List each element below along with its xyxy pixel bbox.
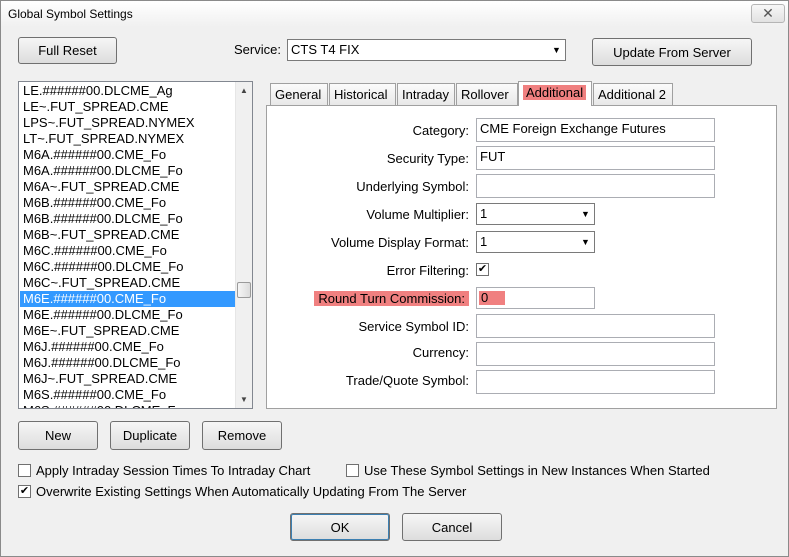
tab-additional[interactable]: Additional	[518, 81, 592, 106]
category-label: Category:	[412, 123, 469, 138]
trade-quote-symbol-label: Trade/Quote Symbol:	[345, 373, 469, 388]
new-button[interactable]: New	[18, 421, 98, 450]
underlying-symbol-label: Underlying Symbol:	[356, 179, 469, 194]
trade-quote-symbol-field[interactable]	[476, 370, 715, 394]
tab-additional-2[interactable]: Additional 2	[593, 83, 673, 105]
apply-intraday-checkbox[interactable]	[18, 464, 31, 477]
list-item[interactable]: M6A.######00.DLCME_Fo	[20, 163, 236, 179]
list-item[interactable]: M6J~.FUT_SPREAD.CME	[20, 371, 236, 387]
volume-display-format-value: 1	[480, 234, 488, 249]
list-item[interactable]: M6B.######00.DLCME_Fo	[20, 211, 236, 227]
security-type-field[interactable]: FUT	[476, 146, 715, 170]
symbol-list-items: LE.######00.DLCME_Ag LE~.FUT_SPREAD.CME LP…	[20, 83, 236, 408]
round-turn-commission-label-text: Round Turn Commission:	[314, 291, 469, 306]
list-item[interactable]: LE~.FUT_SPREAD.CME	[20, 99, 236, 115]
close-button[interactable]: ✕	[751, 4, 785, 23]
volume-multiplier-dropdown[interactable]: 1 ▼	[476, 203, 595, 225]
tab-rollover[interactable]: Rollover	[456, 83, 518, 105]
full-reset-button[interactable]: Full Reset	[18, 37, 117, 64]
list-item[interactable]: M6J.######00.DLCME_Fo	[20, 355, 236, 371]
list-item[interactable]: M6B~.FUT_SPREAD.CME	[20, 227, 236, 243]
volume-display-format-dropdown[interactable]: 1 ▼	[476, 231, 595, 253]
tab-historical-label: Historical	[334, 87, 388, 102]
error-filtering-label: Error Filtering:	[386, 263, 469, 278]
use-settings-label: Use These Symbol Settings in New Instanc…	[364, 463, 710, 478]
currency-label: Currency:	[412, 345, 469, 360]
service-symbol-id-label: Service Symbol ID:	[358, 319, 469, 334]
symbol-list-scrollbar[interactable]: ▲ ▼	[235, 82, 252, 408]
list-item[interactable]: M6S.######00.DLCME_Fo	[20, 403, 236, 408]
list-item[interactable]: M6C~.FUT_SPREAD.CME	[20, 275, 236, 291]
list-item[interactable]: M6J.######00.CME_Fo	[20, 339, 236, 355]
close-icon: ✕	[762, 5, 774, 21]
tab-general[interactable]: General	[270, 83, 328, 105]
chevron-down-icon: ▼	[581, 209, 590, 219]
round-turn-commission-field[interactable]: 0	[476, 287, 595, 309]
list-item[interactable]: M6B.######00.CME_Fo	[20, 195, 236, 211]
chevron-down-icon: ▼	[581, 237, 590, 247]
update-from-server-button[interactable]: Update From Server	[592, 38, 752, 66]
volume-multiplier-label: Volume Multiplier:	[366, 207, 469, 222]
global-symbol-settings-dialog: Global Symbol Settings ✕ Full Reset Serv…	[0, 0, 789, 557]
list-item[interactable]: M6E.######00.CME_Fo	[20, 291, 236, 307]
window-title: Global Symbol Settings	[8, 7, 133, 21]
tab-general-label: General	[275, 87, 322, 102]
scrollbar-thumb[interactable]	[237, 282, 251, 298]
overwrite-settings-checkbox[interactable]: ✔	[18, 485, 31, 498]
overwrite-settings-label: Overwrite Existing Settings When Automat…	[36, 484, 467, 499]
list-item[interactable]: M6E.######00.DLCME_Fo	[20, 307, 236, 323]
service-label: Service:	[234, 42, 281, 57]
currency-field[interactable]	[476, 342, 715, 366]
category-field[interactable]: CME Foreign Exchange Futures	[476, 118, 715, 142]
list-item[interactable]: M6S.######00.CME_Fo	[20, 387, 236, 403]
tab-historical[interactable]: Historical	[329, 83, 396, 105]
service-symbol-id-field[interactable]	[476, 314, 715, 338]
list-item[interactable]: M6C.######00.DLCME_Fo	[20, 259, 236, 275]
security-type-label: Security Type:	[386, 151, 469, 166]
round-turn-commission-value: 0	[479, 291, 505, 305]
list-item[interactable]: M6A~.FUT_SPREAD.CME	[20, 179, 236, 195]
list-item[interactable]: M6A.######00.CME_Fo	[20, 147, 236, 163]
scroll-down-icon[interactable]: ▼	[236, 391, 252, 408]
symbol-listbox[interactable]: LE.######00.DLCME_Ag LE~.FUT_SPREAD.CME LP…	[18, 81, 253, 409]
list-item[interactable]: LPS~.FUT_SPREAD.NYMEX	[20, 115, 236, 131]
error-filtering-checkbox[interactable]: ✔	[476, 263, 489, 276]
scroll-up-icon[interactable]: ▲	[236, 82, 252, 99]
apply-intraday-label: Apply Intraday Session Times To Intraday…	[36, 463, 311, 478]
chevron-down-icon: ▼	[552, 45, 561, 55]
round-turn-commission-label: Round Turn Commission:	[271, 291, 469, 306]
underlying-symbol-field[interactable]	[476, 174, 715, 198]
list-item[interactable]: LT~.FUT_SPREAD.NYMEX	[20, 131, 236, 147]
service-dropdown[interactable]: CTS T4 FIX ▼	[287, 39, 566, 61]
checkmark-icon: ✔	[477, 263, 488, 275]
remove-button[interactable]: Remove	[202, 421, 282, 450]
duplicate-button[interactable]: Duplicate	[110, 421, 190, 450]
cancel-button[interactable]: Cancel	[402, 513, 502, 541]
volume-multiplier-value: 1	[480, 206, 488, 221]
tab-additional-label: Additional	[523, 85, 587, 100]
list-item[interactable]: M6E~.FUT_SPREAD.CME	[20, 323, 236, 339]
use-settings-checkbox[interactable]	[346, 464, 359, 477]
tab-rollover-label: Rollover	[461, 87, 509, 102]
list-item[interactable]: LE.######00.DLCME_Ag	[20, 83, 236, 99]
service-value: CTS T4 FIX	[291, 42, 360, 57]
volume-display-format-label: Volume Display Format:	[331, 235, 469, 250]
ok-button[interactable]: OK	[290, 513, 390, 541]
checkmark-icon: ✔	[19, 485, 30, 497]
tab-intraday-label: Intraday	[402, 87, 449, 102]
tab-additional-2-label: Additional 2	[598, 87, 666, 102]
tab-intraday[interactable]: Intraday	[397, 83, 455, 105]
title-bar: Global Symbol Settings ✕	[1, 1, 788, 27]
list-item[interactable]: M6C.######00.CME_Fo	[20, 243, 236, 259]
